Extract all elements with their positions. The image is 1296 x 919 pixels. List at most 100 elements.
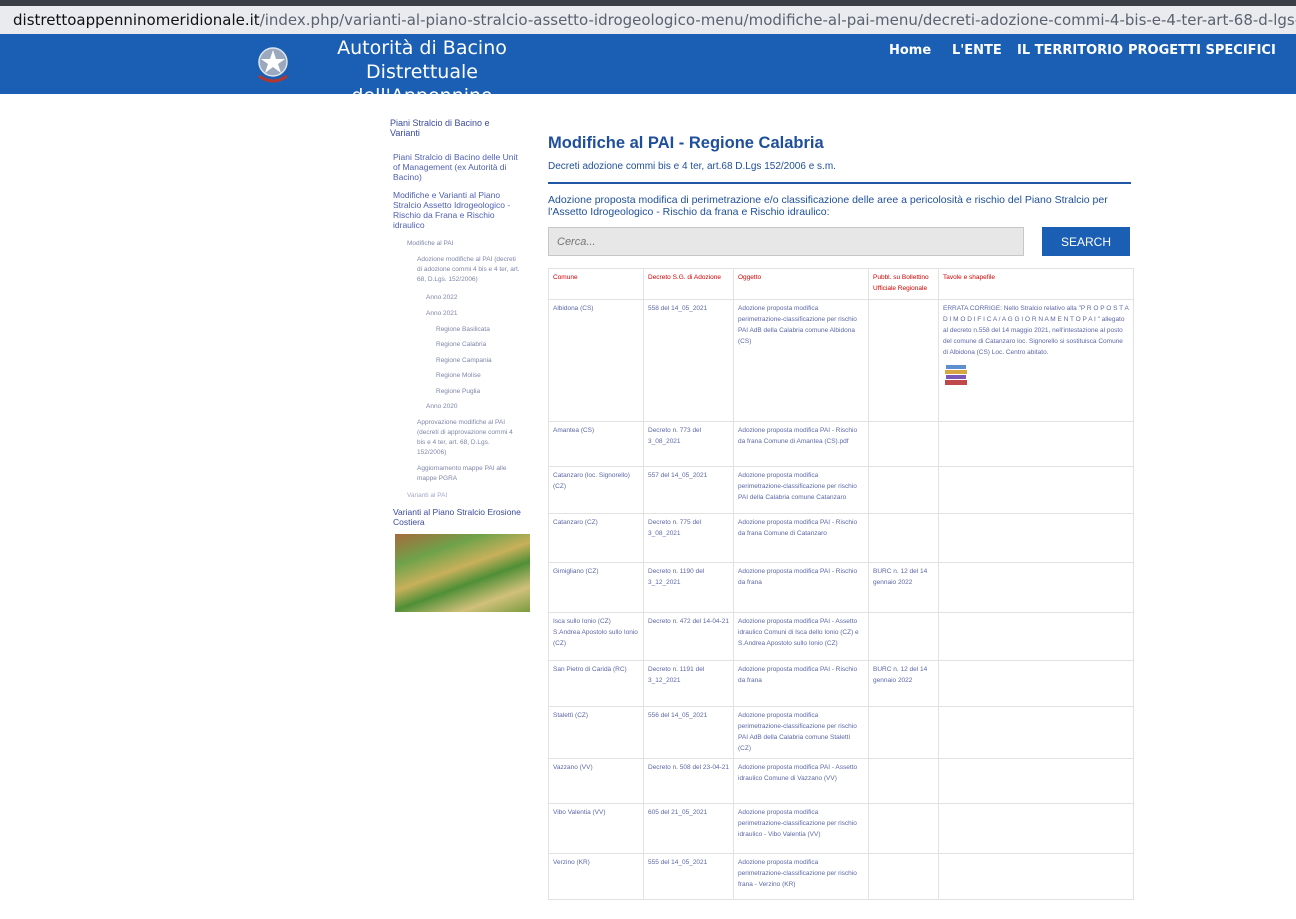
cell-oggetto[interactable]: Adozione proposta modifica perimetrazion…	[733, 853, 869, 900]
column-header: Oggetto	[733, 268, 869, 300]
table-row: Amantea (CS) Decreto n. 773 del 3_08_202…	[548, 421, 1134, 467]
table-row: Verzino (KR) 555 del 14_05_2021 Adozione…	[548, 853, 1134, 900]
cell-comune[interactable]: Verzino (KR)	[548, 853, 644, 900]
sidebar-item-unit-of-management[interactable]: Piani Stralcio di Bacino delle Unit of M…	[393, 152, 521, 182]
sidebar-item-erosione-costiera[interactable]: Varianti al Piano Stralcio Erosione Cost…	[393, 507, 525, 527]
table-row: Catanzaro (loc. Signorello) (CZ) 557 del…	[548, 466, 1134, 514]
cell-decreto[interactable]: Decreto n. 1191 del 3_12_2021	[643, 660, 734, 707]
page-title: Modifiche al PAI - Regione Calabria	[548, 134, 824, 152]
cell-tavole[interactable]	[938, 660, 1134, 707]
sidebar-item-campania[interactable]: Regione Campania	[436, 356, 492, 366]
cell-oggetto[interactable]: Adozione proposta modifica perimetrazion…	[733, 706, 869, 759]
page-subtitle: Decreti adozione commi bis e 4 ter, art.…	[548, 161, 836, 172]
cell-decreto[interactable]: 605 del 21_05_2021	[643, 803, 734, 854]
cell-tavole[interactable]	[938, 803, 1134, 854]
sidebar-item-piani-stralcio[interactable]: Piani Stralcio di Bacino e Varianti	[390, 118, 515, 138]
table-row: Vibo Valentia (VV) 605 del 21_05_2021 Ad…	[548, 803, 1134, 854]
cell-bollettino[interactable]	[868, 706, 939, 759]
cell-comune[interactable]: Catanzaro (CZ)	[548, 513, 644, 563]
cell-oggetto[interactable]: Adozione proposta modifica PAI - Assetto…	[733, 758, 869, 804]
url-host: distrettoappenninomeridionale.it	[13, 11, 260, 29]
intro-text: Adozione proposta modifica di perimetraz…	[548, 194, 1108, 218]
cell-bollettino[interactable]	[868, 466, 939, 514]
cell-comune[interactable]: Amantea (CS)	[548, 421, 644, 467]
url-path: /index.php/varianti-al-piano-stralcio-as…	[259, 11, 1296, 29]
sidebar-item-puglia[interactable]: Regione Puglia	[436, 387, 480, 397]
address-bar[interactable]: distrettoappenninomeridionale.it/index.p…	[0, 0, 1296, 34]
cell-bollettino[interactable]: BURC n. 12 del 14 gennaio 2022	[868, 660, 939, 707]
cell-comune[interactable]: San Pietro di Caridà (RC)	[548, 660, 644, 707]
cell-bollettino[interactable]	[868, 421, 939, 467]
sidebar-item-basilicata[interactable]: Regione Basilicata	[436, 325, 490, 335]
cell-decreto[interactable]: Decreto n. 472 del 14-04-21	[643, 612, 734, 661]
cell-decreto[interactable]: Decreto n. 508 del 23-04-21	[643, 758, 734, 804]
errata-corrige-text[interactable]: ERRATA CORRIGE: Nello Stralcio relativo …	[943, 303, 1129, 358]
column-header: Pubbl. su Bollettino Ufficiale Regionale	[868, 268, 939, 300]
cell-bollettino[interactable]	[868, 513, 939, 563]
cell-oggetto[interactable]: Adozione proposta modifica PAI - Rischio…	[733, 421, 869, 467]
cell-oggetto[interactable]: Adozione proposta modifica PAI - Rischio…	[733, 513, 869, 563]
cell-tavole[interactable]	[938, 421, 1134, 467]
search-input[interactable]	[548, 227, 1024, 256]
cell-bollettino[interactable]	[868, 612, 939, 661]
cell-comune[interactable]: Isca sullo Ionio (CZ) S.Andrea Apostolo …	[548, 612, 644, 661]
cell-bollettino[interactable]	[868, 853, 939, 900]
cell-comune[interactable]: Catanzaro (loc. Signorello) (CZ)	[548, 466, 644, 514]
republic-emblem-icon[interactable]	[255, 42, 291, 86]
cell-decreto[interactable]: Decreto n. 775 del 3_08_2021	[643, 513, 734, 563]
sidebar-item-anno-2020[interactable]: Anno 2020	[426, 402, 457, 412]
sidebar-item-molise[interactable]: Regione Molise	[436, 371, 481, 381]
cell-decreto[interactable]: 556 del 14_05_2021	[643, 706, 734, 759]
nav-progetti-specifici[interactable]: PROGETTI SPECIFICI	[1128, 43, 1276, 58]
cell-comune[interactable]: Vazzano (VV)	[548, 758, 644, 804]
cell-decreto[interactable]: 555 del 14_05_2021	[643, 853, 734, 900]
cell-tavole[interactable]	[938, 853, 1134, 900]
sidebar-item-modifiche-pai[interactable]: Modifiche al PAI	[407, 239, 517, 249]
cell-comune[interactable]: Vibo Valentia (VV)	[548, 803, 644, 854]
sidebar-item-varianti-pai[interactable]: Varianti al PAI	[407, 491, 447, 501]
sidebar-item-calabria[interactable]: Regione Calabria	[436, 340, 486, 350]
sidebar-item-anno-2021[interactable]: Anno 2021	[426, 309, 457, 319]
cell-bollettino[interactable]	[868, 758, 939, 804]
cell-bollettino[interactable]	[868, 803, 939, 854]
cell-tavole[interactable]	[938, 562, 1134, 613]
cell-decreto[interactable]: 557 del 14_05_2021	[643, 466, 734, 514]
cell-bollettino[interactable]: BURC n. 12 del 14 gennaio 2022	[868, 562, 939, 613]
cell-oggetto[interactable]: Adozione proposta modifica PAI - Assetto…	[733, 612, 869, 661]
cell-decreto[interactable]: Decreto n. 1190 del 3_12_2021	[643, 562, 734, 613]
cell-tavole[interactable]	[938, 466, 1134, 514]
cell-oggetto[interactable]: Adozione proposta modifica PAI - Rischio…	[733, 562, 869, 613]
nav-ente[interactable]: L'ENTE	[952, 43, 1002, 58]
cell-tavole[interactable]	[938, 758, 1134, 804]
cell-tavole[interactable]	[938, 706, 1134, 759]
cell-tavole: ERRATA CORRIGE: Nello Stralcio relativo …	[938, 299, 1134, 422]
books-icon[interactable]	[943, 362, 1129, 392]
cell-decreto[interactable]: 558 del 14_05_2021	[643, 299, 734, 422]
cell-oggetto[interactable]: Adozione proposta modifica perimetrazion…	[733, 803, 869, 854]
sidebar-item-modifiche-varianti[interactable]: Modifiche e Varianti al Piano Stralcio A…	[393, 190, 521, 230]
sidebar-item-anno-2022[interactable]: Anno 2022	[426, 293, 457, 303]
nav-territorio[interactable]: IL TERRITORIO	[1017, 43, 1123, 58]
cell-comune[interactable]: Albidona (CS)	[548, 299, 644, 422]
table-header-row: Comune Decreto S.G. di Adozione Oggetto …	[548, 268, 1134, 300]
cell-bollettino[interactable]	[868, 299, 939, 422]
sidebar-item-aggiornamento-mappe[interactable]: Aggiornamento mappe PAI alle mappe PGRA	[417, 464, 520, 484]
nav-home[interactable]: Home	[889, 43, 931, 58]
sidebar-item-adozione-modifiche[interactable]: Adozione modifiche al PAI (decreti di ad…	[417, 255, 520, 285]
cell-comune[interactable]: Stalettì (CZ)	[548, 706, 644, 759]
column-header: Comune	[548, 268, 644, 300]
map-thumbnail[interactable]	[395, 534, 530, 612]
cell-oggetto[interactable]: Adozione proposta modifica perimetrazion…	[733, 299, 869, 422]
table-row: Catanzaro (CZ) Decreto n. 775 del 3_08_2…	[548, 513, 1134, 563]
sidebar-item-approvazione-modifiche[interactable]: Approvazione modifiche al PAI (decreti d…	[417, 418, 520, 458]
table-row: Isca sullo Ionio (CZ) S.Andrea Apostolo …	[548, 612, 1134, 661]
search-button[interactable]: SEARCH	[1042, 227, 1130, 256]
cell-tavole[interactable]	[938, 612, 1134, 661]
column-header: Tavole e shapefile	[938, 268, 1134, 300]
cell-comune[interactable]: Gimigliano (CZ)	[548, 562, 644, 613]
cell-oggetto[interactable]: Adozione proposta modifica perimetrazion…	[733, 466, 869, 514]
cell-tavole[interactable]	[938, 513, 1134, 563]
cell-oggetto[interactable]: Adozione proposta modifica PAI - Rischio…	[733, 660, 869, 707]
table-row: Gimigliano (CZ) Decreto n. 1190 del 3_12…	[548, 562, 1134, 613]
cell-decreto[interactable]: Decreto n. 773 del 3_08_2021	[643, 421, 734, 467]
